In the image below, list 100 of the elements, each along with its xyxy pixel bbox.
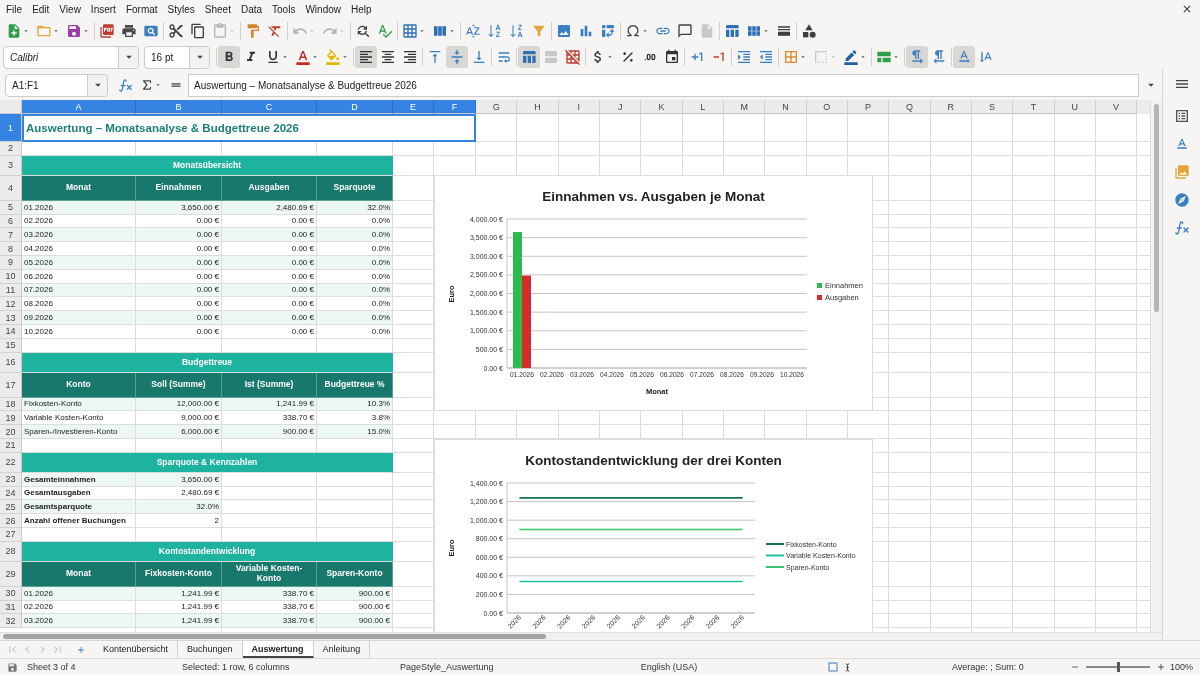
- column-header[interactable]: O: [806, 100, 848, 114]
- vertical-scrollbar[interactable]: [1150, 100, 1162, 632]
- sheet-tab[interactable]: Kontenübersicht: [94, 641, 179, 658]
- table-cell: 03.2026: [22, 228, 136, 243]
- column-header[interactable]: L: [682, 100, 724, 114]
- close-icon: [1181, 3, 1193, 15]
- column-header[interactable]: U: [1054, 100, 1096, 114]
- sheet-tab[interactable]: Auswertung: [242, 641, 314, 658]
- menu-item[interactable]: Help: [346, 1, 377, 17]
- align-left-button[interactable]: [355, 46, 377, 68]
- align-middle-button[interactable]: [446, 46, 468, 68]
- row-header[interactable]: 32: [0, 614, 22, 629]
- font-size-field[interactable]: 16 pt: [144, 45, 210, 69]
- page-icon: [699, 23, 715, 39]
- menu-item[interactable]: Data: [235, 1, 268, 17]
- row-header[interactable]: 29: [0, 561, 22, 587]
- scissors-icon: [168, 23, 184, 39]
- column-header[interactable]: R: [930, 100, 972, 114]
- row-header[interactable]: 2: [0, 142, 22, 156]
- sheet-indicator: Sheet 3 of 4: [27, 662, 76, 672]
- column-header[interactable]: K: [641, 100, 683, 114]
- sort-ascending-icon: [487, 23, 503, 39]
- menu-item[interactable]: Sheet: [199, 1, 236, 17]
- paint-roller-icon: [245, 23, 261, 39]
- row-header[interactable]: 1: [0, 114, 22, 142]
- menu-item[interactable]: Edit: [27, 1, 55, 17]
- column-header[interactable]: T: [1013, 100, 1055, 114]
- pen-icon: [843, 49, 859, 65]
- row-header[interactable]: 25: [0, 500, 22, 515]
- row-header[interactable]: 16: [0, 352, 22, 373]
- row-header[interactable]: 3: [0, 155, 22, 176]
- column-header[interactable]: G: [476, 100, 518, 114]
- formula-input[interactable]: Auswertung – Monatsanalyse & Budgettreue 2026: [188, 73, 1139, 97]
- menu-item[interactable]: Window: [300, 1, 346, 17]
- table-rows-icon: [876, 49, 892, 65]
- horizontal-scrollbar[interactable]: [0, 632, 1162, 640]
- column-header[interactable]: V: [1095, 100, 1138, 114]
- slider-thumb[interactable]: [1117, 662, 1120, 672]
- column-header[interactable]: D: [317, 100, 393, 114]
- sheet-tab[interactable]: Anleitung: [313, 641, 371, 658]
- column-header[interactable]: P: [847, 100, 890, 114]
- menu-item[interactable]: Tools: [267, 1, 301, 17]
- row-header[interactable]: 22: [0, 452, 22, 473]
- border-style-icon: [813, 49, 829, 65]
- font-name-field[interactable]: Calibri: [3, 45, 139, 69]
- align-left-icon: [358, 49, 374, 65]
- row-header[interactable]: 8: [0, 242, 22, 256]
- row-header[interactable]: 13: [0, 311, 22, 325]
- menu-item[interactable]: View: [54, 1, 86, 17]
- align-middle-icon: [449, 49, 465, 65]
- row-header[interactable]: 20: [0, 425, 22, 439]
- sheet-tab[interactable]: Buchungen: [178, 641, 243, 658]
- column-heading: Ist (Summe): [222, 372, 317, 398]
- column-header[interactable]: C: [222, 100, 317, 114]
- funnel-icon: [531, 23, 547, 39]
- merge-center-button[interactable]: [518, 46, 540, 68]
- menu-item[interactable]: Format: [120, 1, 163, 17]
- column-heading: Einnahmen: [136, 175, 222, 201]
- language: English (USA): [640, 662, 698, 672]
- left-to-right-button[interactable]: [906, 46, 928, 68]
- column-header[interactable]: E: [393, 100, 434, 114]
- column-header[interactable]: S: [971, 100, 1014, 114]
- row-header[interactable]: 28: [0, 541, 22, 562]
- column-header[interactable]: A: [22, 100, 136, 114]
- column-header[interactable]: B: [136, 100, 222, 114]
- align-top-icon: [427, 49, 443, 65]
- indent-increase-icon: [736, 49, 752, 65]
- text-direction-ltr-icon: [909, 49, 925, 65]
- scrollbar-thumb[interactable]: [3, 634, 546, 639]
- row-header[interactable]: 19: [0, 411, 22, 426]
- column-header[interactable]: J: [600, 100, 642, 114]
- column-heading: Fixkosten-Konto: [136, 561, 222, 587]
- bold-button[interactable]: [218, 46, 240, 68]
- scrollbar-thumb[interactable]: [1154, 104, 1159, 312]
- row-header[interactable]: 26: [0, 514, 22, 528]
- name-box[interactable]: A1:F1: [5, 73, 108, 97]
- column-header[interactable]: Q: [889, 100, 931, 114]
- column-header[interactable]: N: [765, 100, 807, 114]
- table-cell: 32.0%: [136, 500, 222, 515]
- column-header[interactable]: F: [434, 100, 476, 114]
- row-header[interactable]: 12: [0, 297, 22, 312]
- column-header[interactable]: I: [558, 100, 600, 114]
- row-header[interactable]: 17: [0, 372, 22, 398]
- table-grid-icon: [402, 23, 418, 39]
- table-cell: 0.00 €: [222, 311, 317, 325]
- speech-bubble-icon: [677, 23, 693, 39]
- table-icon: [724, 23, 740, 39]
- table-cell: 900.00 €: [222, 425, 317, 439]
- table-cell: 03.2026: [22, 614, 136, 629]
- page-style: PageStyle_Auswertung: [400, 662, 494, 672]
- column-header[interactable]: H: [517, 100, 559, 114]
- sort-descending-icon: [509, 23, 525, 39]
- horizontal-text-button[interactable]: [953, 46, 975, 68]
- column-header[interactable]: M: [723, 100, 766, 114]
- column-heading: Soll (Summe): [136, 372, 222, 398]
- menu-item[interactable]: File: [1, 1, 28, 17]
- menu-item[interactable]: Styles: [162, 1, 200, 17]
- menu-item[interactable]: Insert: [85, 1, 121, 17]
- row-header[interactable]: 7: [0, 228, 22, 243]
- row-header[interactable]: 4: [0, 175, 22, 201]
